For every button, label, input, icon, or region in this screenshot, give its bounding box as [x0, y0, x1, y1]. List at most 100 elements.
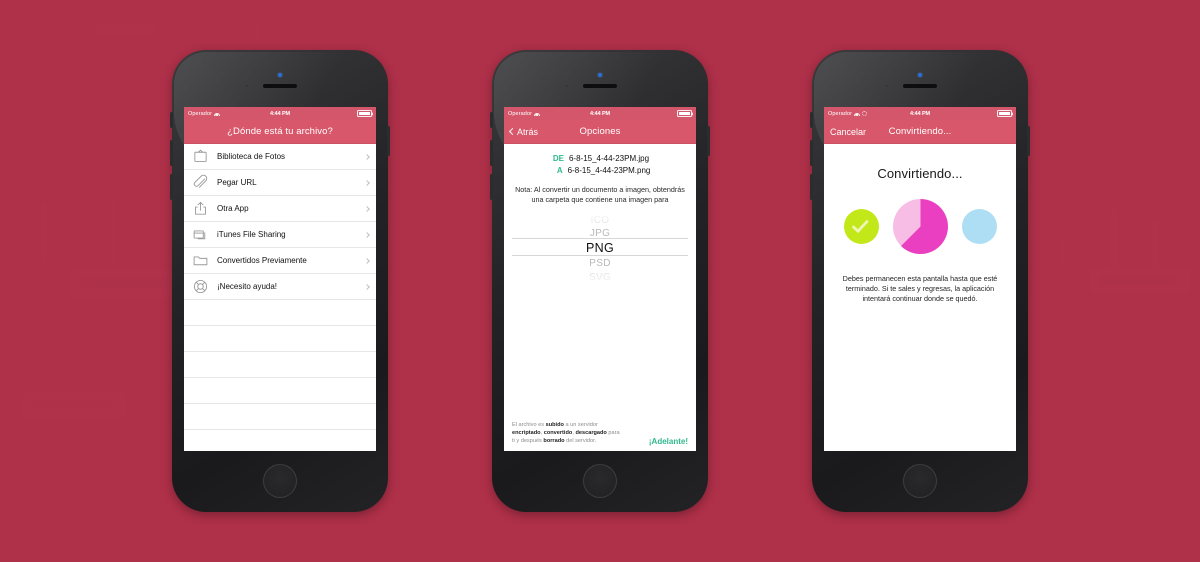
proximity-sensor-icon	[246, 85, 248, 87]
progress-step-pending	[961, 209, 997, 244]
list-item-label: Pegar URL	[217, 178, 257, 187]
page-title: ¿Dónde está tu archivo?	[227, 126, 333, 137]
conversion-from-filename: 6-8-15_4-44-23PM.jpg	[568, 154, 650, 163]
chevron-right-icon	[364, 205, 370, 212]
clock-label: 4:44 PM	[589, 110, 611, 117]
phones-stage: Operador 4:44 PM ¿Dónde está tu archivo?	[0, 0, 1200, 562]
status-bar-left: Operador	[188, 110, 221, 117]
status-bar: Operador 4:44 PM	[504, 107, 696, 120]
list-item-label: Convertidos Previamente	[217, 256, 307, 265]
file-source-list: Biblioteca de Fotos Pegar URL Otra App i…	[184, 144, 376, 430]
status-bar-right	[677, 110, 692, 117]
carrier-label: Operador	[188, 110, 213, 117]
list-item-previously-converted[interactable]: Convertidos Previamente	[184, 248, 376, 274]
legal-emphasis: borrado	[543, 438, 565, 445]
silent-switch[interactable]	[490, 112, 493, 128]
share-upload-icon	[192, 200, 209, 217]
phone-top-hardware	[492, 50, 708, 110]
wifi-icon	[854, 111, 861, 117]
progress-step-done	[843, 209, 879, 244]
carrier-label: Operador	[508, 110, 533, 117]
legal-emphasis: descargado	[575, 430, 607, 437]
proximity-sensor-icon	[886, 85, 888, 87]
wifi-icon	[534, 111, 541, 117]
volume-up-button[interactable]	[490, 140, 493, 166]
battery-icon	[677, 110, 692, 117]
status-bar-left: Operador	[828, 111, 868, 117]
silent-switch[interactable]	[170, 112, 173, 128]
silent-switch[interactable]	[810, 112, 813, 128]
status-bar-right	[357, 110, 372, 117]
pie-progress-icon	[892, 199, 948, 254]
list-item-empty	[184, 300, 376, 326]
list-item-itunes-file-sharing[interactable]: iTunes File Sharing	[184, 222, 376, 248]
photo-frame-icon	[192, 148, 209, 165]
home-button[interactable]	[583, 464, 617, 498]
picker-option[interactable]: SVG	[589, 271, 611, 285]
chevron-right-icon	[364, 283, 370, 290]
navigation-bar: Atrás Opciones	[504, 120, 696, 144]
power-button[interactable]	[1027, 126, 1030, 156]
front-camera-icon	[598, 73, 602, 77]
go-forward-button[interactable]: ¡Adelante!	[649, 437, 688, 446]
phone-top-hardware	[172, 50, 388, 110]
paperclip-icon	[192, 174, 209, 191]
screen-options: Operador 4:44 PM Atrás Opciones DE 6-8-1…	[504, 107, 696, 451]
status-bar-left: Operador	[508, 110, 541, 117]
legal-text: a un servidor	[563, 422, 598, 429]
cancel-button-label: Cancelar	[830, 126, 867, 137]
front-camera-icon	[278, 73, 282, 77]
list-item-empty	[184, 378, 376, 404]
home-button[interactable]	[903, 464, 937, 498]
battery-icon	[357, 110, 372, 117]
volume-up-button[interactable]	[170, 140, 173, 166]
volume-up-button[interactable]	[810, 140, 813, 166]
cancel-button[interactable]: Cancelar	[830, 127, 866, 137]
volume-down-button[interactable]	[490, 174, 493, 200]
clock-label: 4:44 PM	[269, 110, 291, 117]
chevron-right-icon	[364, 231, 370, 238]
picker-option[interactable]: TGA	[589, 284, 610, 288]
format-picker[interactable]: GIF ICO JPG PNG PSD SVG TGA	[512, 210, 688, 288]
folder-icon	[192, 252, 209, 269]
list-item-need-help[interactable]: ¡Necesito ayuda!	[184, 274, 376, 300]
volume-down-button[interactable]	[810, 174, 813, 200]
list-item-empty	[184, 326, 376, 352]
options-area: DE 6-8-15_4-44-23PM.jpg A 6-8-15_4-44-23…	[504, 144, 696, 451]
list-item-empty	[184, 404, 376, 430]
back-button-label: Atrás	[517, 126, 539, 137]
legal-emphasis: subido	[545, 422, 564, 429]
phone-top-hardware	[812, 50, 1028, 110]
legal-emphasis: encriptado	[512, 430, 541, 437]
chevron-left-icon	[508, 127, 517, 136]
chevron-right-icon	[364, 153, 370, 160]
volume-down-button[interactable]	[170, 174, 173, 200]
screen-file-source: Operador 4:44 PM ¿Dónde está tu archivo?	[184, 107, 376, 451]
earpiece-speaker	[903, 84, 937, 88]
picker-option[interactable]: PSD	[589, 257, 610, 271]
home-button[interactable]	[263, 464, 297, 498]
list-item-label: Otra App	[217, 204, 249, 213]
power-button[interactable]	[707, 126, 710, 156]
picker-option[interactable]: ICO	[591, 214, 610, 228]
status-bar: Operador 4:44 PM	[824, 107, 1016, 120]
legal-text: ,	[572, 430, 574, 437]
back-button[interactable]: Atrás	[508, 126, 539, 137]
battery-icon	[997, 110, 1012, 117]
conversion-summary: DE 6-8-15_4-44-23PM.jpg A 6-8-15_4-44-23…	[512, 154, 688, 178]
chevron-right-icon	[364, 257, 370, 264]
conversion-row-to: A 6-8-15_4-44-23PM.png	[512, 166, 688, 175]
list-item-paste-url[interactable]: Pegar URL	[184, 170, 376, 196]
power-button[interactable]	[387, 126, 390, 156]
file-source-list-area: Biblioteca de Fotos Pegar URL Otra App i…	[184, 144, 376, 451]
list-item-other-app[interactable]: Otra App	[184, 196, 376, 222]
navigation-bar: Cancelar Convirtiendo...	[824, 120, 1016, 144]
list-item-photo-library[interactable]: Biblioteca de Fotos	[184, 144, 376, 170]
life-ring-icon	[192, 278, 209, 295]
front-camera-icon	[918, 73, 922, 77]
activity-spinner-icon	[862, 111, 868, 116]
wifi-icon	[214, 111, 221, 117]
picker-option[interactable]: JPG	[590, 227, 610, 241]
progress-step-active	[892, 199, 948, 254]
picker-selection-line-top	[512, 238, 688, 239]
